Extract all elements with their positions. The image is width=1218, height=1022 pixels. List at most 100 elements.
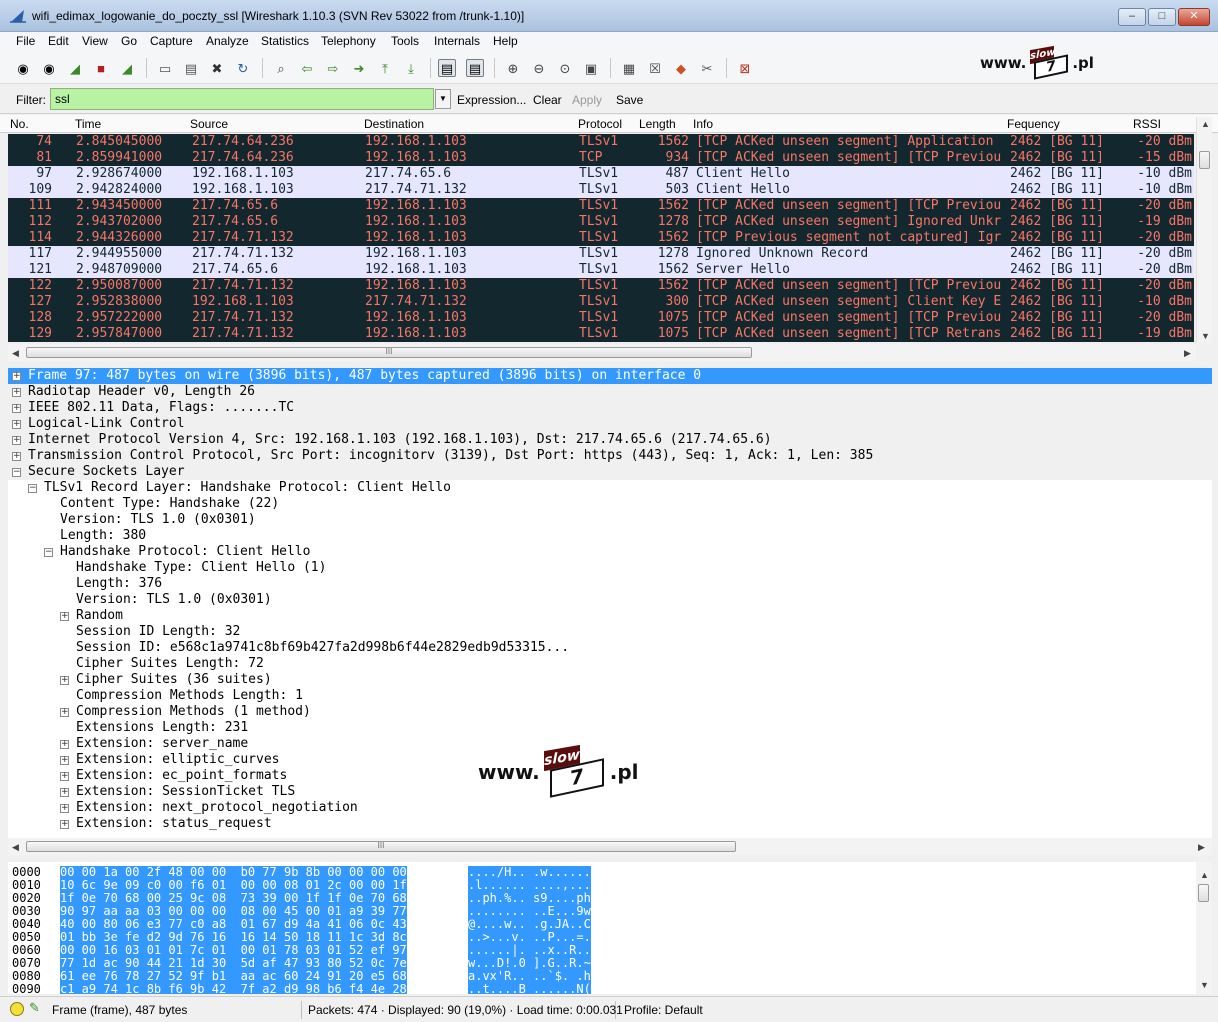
detail-tree-row[interactable]: + Cipher Suites (36 suites) <box>8 672 1212 688</box>
scroll-up-icon[interactable]: ▲ <box>1200 870 1209 880</box>
restart-capture-icon[interactable]: ◢ <box>118 59 136 77</box>
collapse-icon[interactable]: − <box>28 484 37 493</box>
detail-tree-row[interactable]: Compression Methods Length: 1 <box>8 688 1212 704</box>
detail-tree-row[interactable]: − Handshake Protocol: Client Hello <box>8 544 1212 560</box>
detail-tree-row[interactable]: Session ID: e568c1a9741c8bf69b427fa2d998… <box>8 640 1212 656</box>
detail-tree-row[interactable]: Cipher Suites Length: 72 <box>8 656 1212 672</box>
detail-tree-row[interactable]: Length: 376 <box>8 576 1212 592</box>
menu-go[interactable]: Go <box>121 34 137 48</box>
close-file-icon[interactable]: ✖ <box>208 59 226 77</box>
clear-button[interactable]: Clear <box>533 93 562 107</box>
expert-info-icon[interactable] <box>10 1002 24 1016</box>
packet-row[interactable]: 121 2.948709000 217.74.65.6 192.168.1.103 TL… <box>8 262 1194 278</box>
expand-icon[interactable]: + <box>60 804 69 813</box>
detail-tree-row[interactable]: Version: TLS 1.0 (0x0301) <box>8 592 1212 608</box>
stop-capture-icon[interactable]: ■ <box>92 59 110 77</box>
column-frequency[interactable]: Fequency <box>1007 117 1060 131</box>
detail-tree-row[interactable]: + Internet Protocol Version 4, Src: 192.1… <box>8 432 1212 448</box>
interfaces-icon[interactable]: ◉ <box>14 59 32 77</box>
filter-input[interactable]: ssl <box>50 88 434 110</box>
packet-list-hscrollbar[interactable]: ◀ III ▶ <box>8 344 1196 361</box>
start-capture-icon[interactable]: ◢ <box>66 59 84 77</box>
expand-icon[interactable]: + <box>60 612 69 621</box>
options-icon[interactable]: ◉ <box>40 59 58 77</box>
collapse-icon[interactable]: − <box>12 468 21 477</box>
packet-row[interactable]: 112 2.943702000 217.74.65.6 192.168.1.103 TL… <box>8 214 1194 230</box>
menu-statistics[interactable]: Statistics <box>261 34 309 48</box>
autoscroll-icon[interactable]: ▤ <box>466 59 484 77</box>
expand-icon[interactable]: + <box>12 388 21 397</box>
scroll-thumb[interactable]: III <box>26 347 752 358</box>
detail-tree-row[interactable]: + Frame 97: 487 bytes on wire (3896 bits)… <box>8 368 1212 384</box>
expand-icon[interactable]: + <box>12 404 21 413</box>
expand-icon[interactable]: + <box>12 452 21 461</box>
detail-tree-row[interactable]: + Radiotap Header v0, Length 26 <box>8 384 1212 400</box>
filter-dropdown-icon[interactable]: ▼ <box>435 89 451 109</box>
menu-analyze[interactable]: Analyze <box>206 34 249 48</box>
expand-icon[interactable]: + <box>12 420 21 429</box>
detail-tree-row[interactable]: Length: 380 <box>8 528 1212 544</box>
detail-tree-row[interactable]: + Logical-Link Control <box>8 416 1212 432</box>
preferences-icon[interactable]: ✂ <box>698 59 716 77</box>
detail-tree-row[interactable]: Extensions Length: 231 <box>8 720 1212 736</box>
packet-row[interactable]: 122 2.950087000 217.74.71.132 192.168.1.103… <box>8 278 1194 294</box>
packet-row[interactable]: 74 2.845045000 217.74.64.236 192.168.1.103 T… <box>8 134 1194 150</box>
menu-tools[interactable]: Tools <box>391 34 419 48</box>
expand-icon[interactable]: + <box>60 740 69 749</box>
help-icon[interactable]: ⊠ <box>736 59 754 77</box>
menu-help[interactable]: Help <box>493 34 518 48</box>
packet-row[interactable]: 117 2.944955000 217.74.71.132 192.168.1.103… <box>8 246 1194 262</box>
expand-icon[interactable]: + <box>60 820 69 829</box>
scroll-right-icon[interactable]: ▶ <box>1198 842 1205 853</box>
goto-packet-icon[interactable]: ➜ <box>350 59 368 77</box>
menu-internals[interactable]: Internals <box>434 34 480 48</box>
bytes-row[interactable]: 0090 c1 a9 74 1c 8b f6 9b 42 7f a2 d9 98 … <box>8 983 1196 994</box>
minimize-button[interactable]: – <box>1118 8 1146 26</box>
packet-row[interactable]: 111 2.943450000 217.74.65.6 192.168.1.103 TL… <box>8 198 1194 214</box>
detail-tree-row[interactable]: Version: TLS 1.0 (0x0301) <box>8 512 1212 528</box>
detail-tree-row[interactable]: + Transmission Control Protocol, Src Port… <box>8 448 1212 464</box>
capture-comments-icon[interactable]: ✎ <box>29 1000 40 1016</box>
collapse-icon[interactable]: − <box>44 548 53 557</box>
display-filters-icon[interactable]: ☒ <box>646 59 664 77</box>
resize-columns-icon[interactable]: ▣ <box>582 59 600 77</box>
column-protocol[interactable]: Protocol <box>578 117 622 131</box>
packet-list-vscrollbar[interactable]: ▲ ▼ <box>1196 117 1212 343</box>
save-file-icon[interactable]: ▤ <box>182 59 200 77</box>
expand-icon[interactable]: + <box>12 372 21 381</box>
apply-button[interactable]: Apply <box>572 93 602 107</box>
zoom-out-icon[interactable]: ⊖ <box>530 59 548 77</box>
expression-button[interactable]: Expression... <box>457 93 526 107</box>
forward-icon[interactable]: ⇨ <box>324 59 342 77</box>
details-hscrollbar[interactable]: ◀ III ▶ <box>8 838 1212 855</box>
column-rssi[interactable]: RSSI <box>1133 117 1161 131</box>
detail-tree-row[interactable]: − Secure Sockets Layer <box>8 464 1212 480</box>
zoom-in-icon[interactable]: ⊕ <box>504 59 522 77</box>
status-profile[interactable]: Profile: Default <box>618 1001 818 1019</box>
save-filter-button[interactable]: Save <box>616 93 643 107</box>
column-length[interactable]: Length <box>639 117 676 131</box>
scroll-up-icon[interactable]: ▲ <box>1201 119 1210 129</box>
reload-icon[interactable]: ↻ <box>234 59 252 77</box>
close-button[interactable]: ✕ <box>1178 8 1210 26</box>
expand-icon[interactable]: + <box>60 756 69 765</box>
detail-tree-row[interactable]: Session ID Length: 32 <box>8 624 1212 640</box>
packet-row[interactable]: 114 2.944326000 217.74.71.132 192.168.1.103… <box>8 230 1194 246</box>
scroll-thumb[interactable] <box>1198 884 1209 902</box>
first-packet-icon[interactable]: ⤒ <box>376 59 394 77</box>
detail-tree-row[interactable]: + IEEE 802.11 Data, Flags: .......TC <box>8 400 1212 416</box>
find-icon[interactable]: ⌕ <box>272 59 290 77</box>
packet-row[interactable]: 127 2.952838000 192.168.1.103 217.74.71.132… <box>8 294 1194 310</box>
column-time[interactable]: Time <box>75 117 101 131</box>
zoom-normal-icon[interactable]: ⊙ <box>556 59 574 77</box>
detail-tree-row[interactable]: Content Type: Handshake (22) <box>8 496 1212 512</box>
menu-file[interactable]: File <box>16 34 35 48</box>
expand-icon[interactable]: + <box>60 676 69 685</box>
capture-filters-icon[interactable]: ▦ <box>620 59 638 77</box>
detail-tree-row[interactable]: Handshake Type: Client Hello (1) <box>8 560 1212 576</box>
column-destination[interactable]: Destination <box>364 117 424 131</box>
column-info[interactable]: Info <box>693 117 713 131</box>
menu-capture[interactable]: Capture <box>150 34 193 48</box>
menu-telephony[interactable]: Telephony <box>321 34 376 48</box>
open-file-icon[interactable]: ▭ <box>156 59 174 77</box>
